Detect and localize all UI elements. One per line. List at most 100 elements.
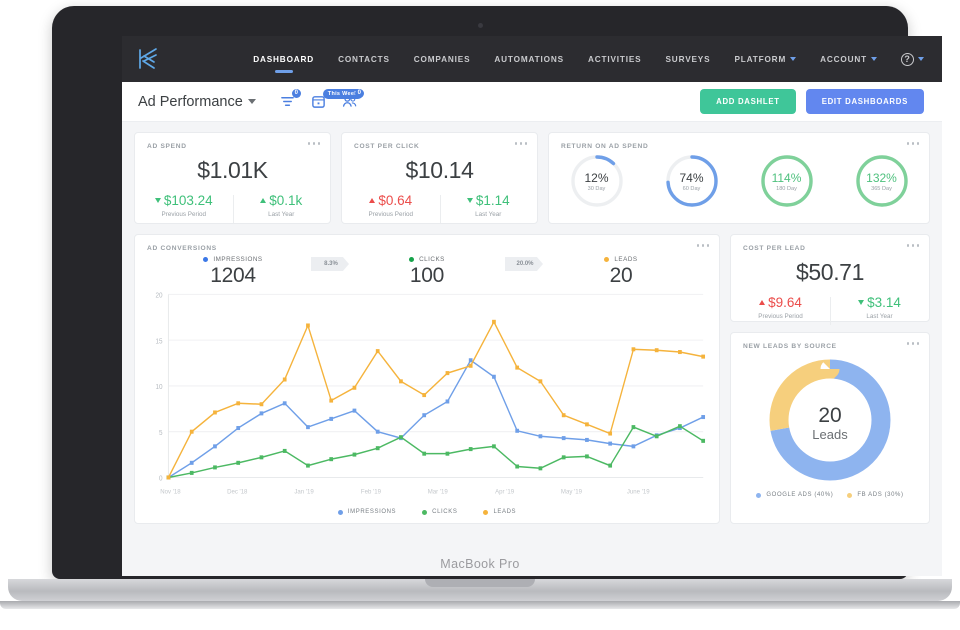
nav-item-companies[interactable]: COMPANIES (414, 55, 471, 64)
triangle-down-icon (154, 198, 161, 203)
leads-donut-chart: 20Leads (769, 359, 891, 481)
cost-per-lead-comparisons: $9.64 Previous Period $3.14 Last Year (731, 295, 929, 325)
comparison-previous-period: $0.64 Previous Period (342, 193, 440, 218)
laptop-lid: DASHBOARD CONTACTS COMPANIES AUTOMATIONS… (52, 6, 942, 579)
legend-item-clicks[interactable]: CLICKS (422, 509, 457, 515)
audience-button[interactable]: 0 (342, 89, 364, 109)
series-point-impressions (631, 444, 636, 449)
card-menu-button[interactable] (696, 244, 709, 247)
delta-label: Previous Period (758, 313, 803, 320)
comparison-last-year: $1.14 Last Year (439, 193, 538, 223)
series-point-impressions (189, 460, 194, 465)
series-point-impressions (445, 399, 450, 404)
series-point-leads (189, 429, 194, 434)
nav-item-automations[interactable]: AUTOMATIONS (494, 55, 564, 64)
nav-item-account[interactable]: ACCOUNT (820, 55, 877, 64)
dashboard-canvas: AD SPEND $1.01K $103.24 Previous Period (122, 122, 942, 576)
series-point-leads (236, 401, 241, 406)
delta-label: Last Year (475, 211, 502, 218)
cost-per-click-comparisons: $0.64 Previous Period $1.14 Last Year (342, 193, 538, 223)
chevron-down-icon (918, 57, 924, 61)
filter-button[interactable]: 0 (280, 89, 301, 109)
series-point-leads (678, 350, 682, 355)
date-range-button[interactable]: This Week (311, 89, 363, 109)
card-title: RETURN ON AD SPEND (561, 143, 649, 150)
series-point-leads (422, 393, 427, 398)
delta-value: $0.1k (269, 193, 303, 208)
card-menu-button[interactable] (307, 142, 320, 145)
delta-label: Previous Period (368, 211, 413, 218)
device-label: MacBook Pro (440, 557, 520, 571)
nav-item-dashboard[interactable]: DASHBOARD (253, 55, 314, 73)
nav-item-surveys[interactable]: SURVEYS (666, 55, 711, 64)
nav-item-platform[interactable]: PLATFORM (734, 54, 797, 64)
funnel-stage-impressions: IMPRESSIONS 1204 (155, 256, 311, 288)
ad-spend-comparisons: $103.24 Previous Period $0.1k Last Year (135, 193, 330, 223)
series-point-clicks (422, 451, 427, 456)
x-axis-tick: Mar '19 (428, 488, 448, 495)
series-point-clicks (468, 447, 473, 452)
card-menu-button[interactable] (906, 244, 919, 247)
nav-label: CONTACTS (338, 54, 390, 64)
triangle-up-icon (759, 300, 766, 305)
donut-legend-item[interactable]: GOOGLE ADS (40%) (756, 492, 833, 498)
nav-label: PLATFORM (734, 54, 787, 64)
series-point-impressions (352, 408, 357, 413)
card-cost-per-lead: COST PER LEAD $50.71 $9.64 Previous Peri… (730, 234, 930, 325)
nav-items: DASHBOARD CONTACTS COMPANIES AUTOMATIONS… (253, 52, 924, 73)
delta-value-wrap: $0.64 (342, 193, 440, 208)
series-point-impressions (585, 437, 589, 442)
laptop-mockup: DASHBOARD CONTACTS COMPANIES AUTOMATIONS… (0, 0, 960, 630)
series-point-clicks (678, 424, 682, 429)
delta-value: $103.24 (163, 193, 213, 208)
add-dashlet-button[interactable]: ADD DASHLET (700, 89, 796, 114)
series-point-leads (585, 422, 589, 427)
series-point-clicks (259, 455, 264, 460)
x-axis-tick: Dec '18 (227, 488, 248, 495)
card-new-leads-by-source: NEW LEADS BY SOURCE 20 Leads GOOGLE ADS (… (730, 332, 930, 524)
series-point-impressions (306, 425, 310, 430)
legend-item-impressions[interactable]: IMPRESSIONS (337, 509, 396, 515)
line-chart-legend: IMPRESSIONS CLICKS LEADS (135, 505, 719, 523)
donut-legend-item[interactable]: FB ADS (30%) (847, 492, 903, 498)
donut-chart-container: 20 Leads (731, 354, 929, 486)
nav-item-activities[interactable]: ACTIVITIES (588, 55, 642, 64)
series-point-clicks (236, 460, 241, 465)
series-point-clicks (608, 463, 613, 468)
series-point-leads (608, 431, 613, 436)
nav-label: ACTIVITIES (587, 54, 642, 64)
roas-gauge-60-day: 74% 60 Day (663, 152, 721, 210)
card-menu-button[interactable] (906, 142, 919, 145)
series-point-clicks (561, 455, 566, 460)
triangle-down-icon (466, 198, 473, 203)
gauge-percent: 74% (679, 170, 704, 185)
app-logo-icon[interactable] (136, 46, 162, 72)
funnel-rate-1: 8.3% (311, 257, 349, 271)
nav-label: SURVEYS (665, 54, 711, 64)
delta-value: $1.14 (475, 193, 510, 208)
nav-item-contacts[interactable]: CONTACTS (338, 55, 390, 64)
legend-label: LEADS (493, 509, 517, 515)
delta-value-wrap: $103.24 (135, 193, 233, 208)
card-menu-button[interactable] (514, 142, 527, 145)
series-point-clicks (282, 448, 287, 453)
dashboard-selector[interactable]: Ad Performance (138, 94, 256, 110)
nav-item-help[interactable]: ? (901, 52, 924, 66)
gauge-percent: 132% (866, 170, 897, 185)
card-menu-button[interactable] (906, 342, 919, 345)
conversion-funnel: IMPRESSIONS 1204 8.3% CLICKS 100 20.0% L… (135, 252, 719, 288)
delta-label: Previous Period (161, 211, 206, 218)
nav-label: COMPANIES (413, 54, 471, 64)
legend-dot-icon (756, 492, 762, 498)
series-point-leads (538, 379, 543, 384)
series-point-clicks (189, 470, 194, 475)
chevron-down-icon (871, 57, 877, 61)
legend-item-leads[interactable]: LEADS (483, 509, 516, 515)
series-point-impressions (259, 411, 264, 416)
series-point-clicks (515, 464, 520, 469)
dashboard-name: Ad Performance (138, 93, 243, 110)
funnel-label: LEADS (614, 256, 638, 263)
series-point-impressions (608, 441, 613, 446)
edit-dashboards-button[interactable]: EDIT DASHBOARDS (805, 89, 924, 114)
y-axis-tick: 0 (159, 475, 163, 482)
